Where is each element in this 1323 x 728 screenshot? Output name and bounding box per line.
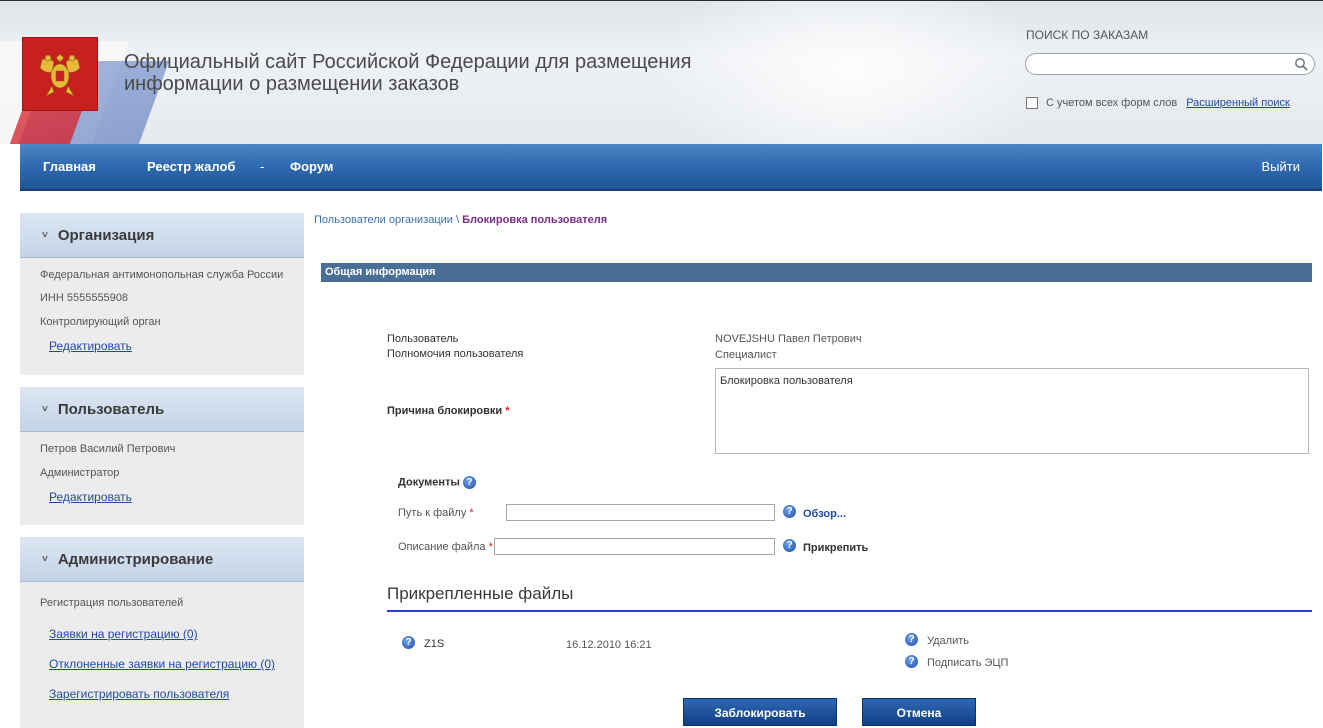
panel-title: Пользователь	[57, 400, 165, 418]
file-path-label: Путь к файлу *	[398, 507, 474, 519]
user-role: Администратор	[40, 467, 120, 479]
delete-file-link[interactable]: Удалить	[927, 635, 969, 647]
nav-home[interactable]: Главная	[43, 159, 96, 174]
logout-link[interactable]: Выйти	[1262, 159, 1301, 174]
panel-title: Организация	[57, 226, 155, 244]
search-icon[interactable]	[1294, 57, 1308, 71]
user-value: NOVEJSHU Павел Петрович	[715, 333, 862, 345]
admin-section-label: Регистрация пользователей	[40, 597, 184, 609]
site-title: Официальный сайт Российской Федерации дл…	[124, 51, 724, 95]
registration-requests-link[interactable]: Заявки на регистрацию (0)	[49, 627, 198, 641]
documents-label: Документы ?	[398, 476, 476, 489]
block-reason-textarea[interactable]: Блокировка пользователя	[715, 368, 1309, 454]
reason-label-text: Причина блокировки	[387, 405, 503, 417]
site-header: Официальный сайт Российской Федерации дл…	[0, 1, 1323, 144]
panel-header-user[interactable]: ˅ Пользователь	[20, 387, 304, 432]
chevron-down-icon: ˅	[42, 553, 48, 565]
org-role: Контролирующий орган	[40, 316, 161, 328]
site-title-line-1: Официальный сайт Российской Федерации дл…	[124, 51, 692, 73]
rights-label: Полномочия пользователя	[387, 348, 524, 360]
user-name: Петров Василий Петрович	[40, 443, 176, 455]
rejected-requests-link[interactable]: Отклоненные заявки на регистрацию (0)	[49, 657, 275, 671]
required-mark: *	[469, 507, 474, 519]
breadcrumb: Пользователи организации \ Блокировка по…	[314, 214, 607, 226]
panel-header-admin[interactable]: ˅ Администрирование	[20, 537, 304, 582]
chevron-down-icon: ˅	[42, 229, 48, 241]
delete-icon[interactable]: ?	[905, 633, 918, 646]
org-edit-link[interactable]: Редактировать	[49, 339, 132, 353]
file-help-icon[interactable]: ?	[402, 636, 415, 649]
sidebar-panel-organization: ˅ Организация Федеральная антимонопольна…	[20, 213, 304, 375]
main-nav: Главная Реестр жалоб - Форум Выйти	[20, 144, 1322, 191]
search-options: С учетом всех форм слов Расширенный поис…	[1026, 97, 1290, 109]
register-user-link[interactable]: Зарегистрировать пользователя	[49, 687, 229, 701]
org-name: Федеральная антимонопольная служба Росси…	[40, 269, 284, 281]
attached-files-divider	[387, 610, 1312, 612]
block-user-button[interactable]: Заблокировать	[683, 698, 837, 726]
sign-file-link[interactable]: Подписать ЭЦП	[927, 657, 1008, 669]
file-name[interactable]: Z1S	[424, 638, 444, 650]
all-forms-label: С учетом всех форм слов	[1046, 97, 1178, 109]
file-path-help-icon[interactable]: ?	[783, 505, 796, 518]
required-mark: *	[505, 405, 510, 417]
cancel-button[interactable]: Отмена	[862, 698, 976, 726]
user-edit-link[interactable]: Редактировать	[49, 490, 132, 504]
chevron-down-icon: ˅	[42, 403, 48, 415]
sidebar-panel-admin: ˅ Администрирование Регистрация пользова…	[20, 537, 304, 728]
search-label: ПОИСК ПО ЗАКАЗАМ	[1026, 28, 1149, 42]
panel-header-organization[interactable]: ˅ Организация	[20, 213, 304, 258]
required-mark: *	[488, 541, 493, 553]
attached-files-title: Прикрепленные файлы	[387, 584, 574, 603]
coat-of-arms-logo-icon[interactable]	[22, 37, 98, 111]
section-header-general-info: Общая информация	[321, 263, 1312, 282]
sign-icon[interactable]: ?	[905, 655, 918, 668]
advanced-search-link[interactable]: Расширенный поиск	[1186, 97, 1290, 109]
site-title-line-2: информации о размещении заказов	[124, 73, 460, 95]
panel-title: Администрирование	[57, 550, 214, 568]
file-path-label-text: Путь к файлу	[398, 507, 467, 519]
browse-button[interactable]: Обзор...	[803, 508, 846, 520]
file-path-input[interactable]	[506, 504, 775, 521]
nav-forum[interactable]: Форум	[290, 159, 333, 174]
file-desc-label-text: Описание файла	[398, 541, 486, 553]
rights-value: Специалист	[715, 349, 777, 361]
search-input[interactable]	[1025, 53, 1315, 75]
attach-button[interactable]: Прикрепить	[803, 542, 868, 554]
breadcrumb-current: Блокировка пользователя	[462, 214, 608, 226]
breadcrumb-separator: \	[456, 214, 460, 226]
file-desc-label: Описание файла *	[398, 541, 493, 553]
nav-complaints-dropdown-icon[interactable]: -	[260, 159, 264, 174]
documents-help-icon[interactable]: ?	[462, 476, 476, 489]
double-headed-eagle-icon	[39, 53, 81, 97]
nav-complaints[interactable]: Реестр жалоб	[147, 159, 235, 174]
all-forms-checkbox[interactable]	[1026, 97, 1038, 109]
documents-label-text: Документы	[398, 476, 460, 489]
org-inn: ИНН 5555555908	[40, 292, 129, 304]
user-label: Пользователь	[387, 333, 459, 345]
sidebar-panel-user: ˅ Пользователь Петров Василий Петрович А…	[20, 387, 304, 525]
file-description-input[interactable]	[494, 538, 775, 555]
file-desc-help-icon[interactable]: ?	[783, 539, 796, 552]
reason-label: Причина блокировки *	[387, 405, 510, 417]
file-date: 16.12.2010 16:21	[566, 639, 652, 651]
breadcrumb-parent-link[interactable]: Пользователи организации	[314, 214, 453, 226]
